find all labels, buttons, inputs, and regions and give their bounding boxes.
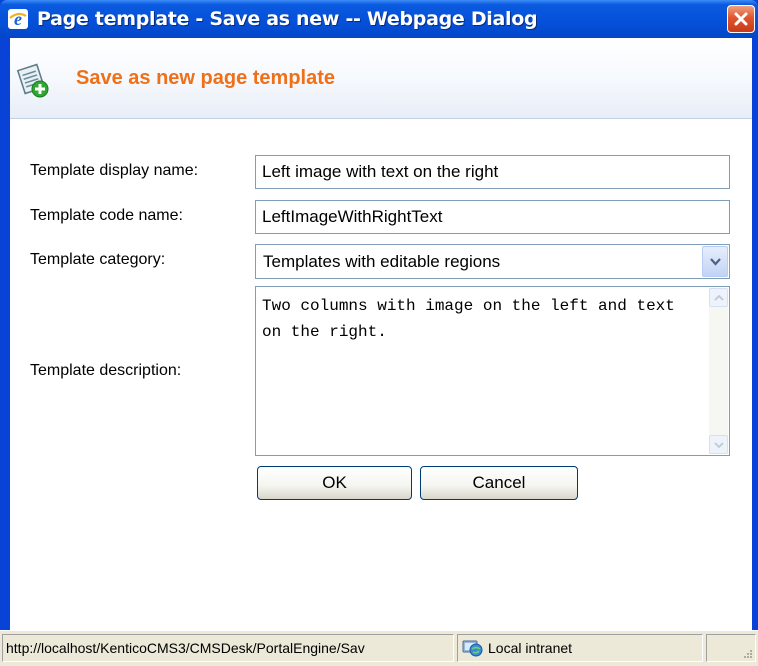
display-name-label: Template display name: bbox=[30, 162, 199, 179]
vertical-scrollbar[interactable] bbox=[709, 288, 728, 454]
close-button[interactable] bbox=[727, 5, 755, 33]
scroll-down-button[interactable] bbox=[709, 435, 728, 454]
chevron-down-icon bbox=[714, 442, 724, 448]
resize-grip-icon[interactable] bbox=[741, 647, 753, 659]
title-bar[interactable]: e Page template - Save as new -- Webpage… bbox=[0, 0, 758, 38]
close-icon bbox=[734, 12, 748, 26]
dropdown-button[interactable] bbox=[702, 246, 728, 277]
status-panel bbox=[706, 634, 756, 662]
internet-explorer-icon: e bbox=[8, 9, 28, 29]
scroll-up-button[interactable] bbox=[709, 288, 728, 307]
description-label: Template description: bbox=[30, 362, 182, 379]
template-add-icon bbox=[15, 63, 51, 99]
chevron-up-icon bbox=[714, 295, 724, 301]
code-name-input[interactable]: LeftImageWithRightText bbox=[255, 200, 730, 234]
description-textarea[interactable]: Two columns with image on the left and t… bbox=[255, 286, 730, 456]
security-zone-label: Local intranet bbox=[488, 640, 573, 656]
svg-text:e: e bbox=[14, 9, 22, 29]
code-name-label: Template code name: bbox=[30, 207, 183, 224]
category-label: Template category: bbox=[30, 251, 166, 268]
category-select[interactable]: Templates with editable regions bbox=[255, 244, 730, 279]
cancel-button[interactable]: Cancel bbox=[420, 466, 578, 500]
local-intranet-icon bbox=[461, 637, 483, 664]
window-title: Page template - Save as new -- Webpage D… bbox=[37, 8, 538, 30]
dialog-window: e Page template - Save as new -- Webpage… bbox=[0, 0, 758, 666]
description-text: Two columns with image on the left and t… bbox=[262, 297, 685, 341]
chevron-down-icon bbox=[710, 258, 721, 266]
security-zone: Local intranet bbox=[457, 634, 703, 662]
dialog-header: Save as new page template bbox=[10, 38, 752, 119]
status-url: http://localhost/KenticoCMS3/CMSDesk/Por… bbox=[2, 634, 454, 662]
status-bar: http://localhost/KenticoCMS3/CMSDesk/Por… bbox=[0, 630, 758, 666]
display-name-input[interactable]: Left image with text on the right bbox=[255, 155, 730, 189]
dialog-content: Save as new page template Template displ… bbox=[10, 38, 752, 634]
category-selected-value: Templates with editable regions bbox=[263, 252, 501, 271]
page-title: Save as new page template bbox=[76, 67, 336, 89]
ok-button[interactable]: OK bbox=[257, 466, 412, 500]
